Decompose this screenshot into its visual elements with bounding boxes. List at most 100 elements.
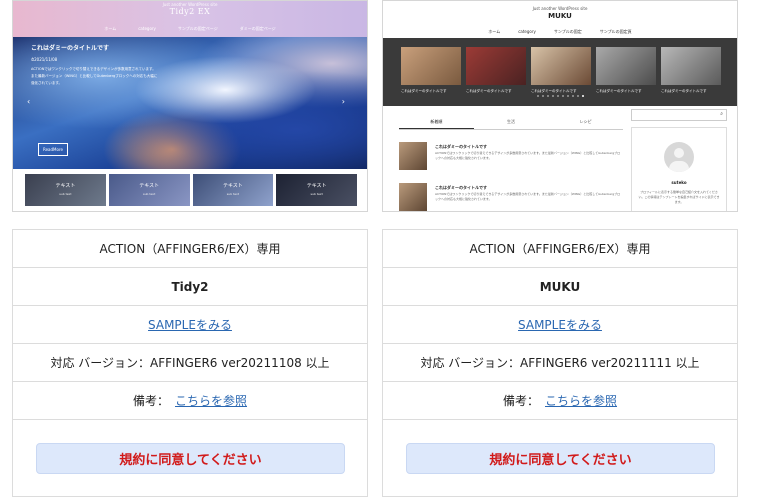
agree-terms-button[interactable]: 規約に同意してください <box>36 443 345 474</box>
edition-row: ACTION（AFFINGER6/EX）専用 <box>13 230 367 268</box>
sample-link[interactable]: SAMPLEをみる <box>148 316 232 333</box>
preview-sidebar: ⌕ suteko プロフィールに表示する簡単な自己紹介文を入れてください。この情… <box>631 109 727 211</box>
theme-name: MUKU <box>383 268 737 306</box>
preview-hero-image: これはダミーのタイトルです ⏱2021/11/08 ACTIONではワンクリック… <box>13 37 367 169</box>
preview-slide: これはダミーのタイトルです <box>661 47 721 93</box>
preview-post-desc: ACTIONではワンクリックで切り替えできるデザインが多数用意されています。また… <box>435 151 621 160</box>
slider-dot <box>561 95 564 97</box>
preview-thumb-sub: sub text <box>143 192 156 196</box>
preview-nav-item: ダミーの固定ページ <box>239 26 276 31</box>
agree-row: 規約に同意してください <box>383 420 737 498</box>
preview-thumb-title: テキスト <box>55 183 76 189</box>
preview-slides: これはダミーのタイトルです これはダミーのタイトルです これはダミーのタイトルで… <box>401 47 721 93</box>
preview-tab: レシピ <box>579 119 592 124</box>
preview-hero-overlay: これはダミーのタイトルです ⏱2021/11/08 ACTIONではワンクリック… <box>31 43 159 103</box>
version-row: 対応 バージョン：AFFINGER6 ver20211111 以上 <box>383 344 737 382</box>
preview-thumbnails: テキスト sub text テキスト sub text テキスト sub tex… <box>25 174 357 206</box>
preview-slide: これはダミーのタイトルです <box>401 47 461 93</box>
edition-row: ACTION（AFFINGER6/EX）専用 <box>383 230 737 268</box>
theme-preview-tidy2[interactable]: Just another WordPress site Tidy2 EX ホーム… <box>12 0 368 212</box>
preview-nav-item: category <box>518 29 536 34</box>
preview-post-title: これはダミーのタイトルです <box>31 45 110 52</box>
preview-header: Just another WordPress site Tidy2 EX ホーム… <box>13 1 367 37</box>
sample-row: SAMPLEをみる <box>13 306 367 344</box>
sample-row: SAMPLEをみる <box>383 306 737 344</box>
preview-nav-item: サンプルの固定ページ <box>177 26 218 31</box>
preview-logo: MUKU <box>548 12 572 20</box>
theme-card-muku: Just another WordPress site MUKU ホーム cat… <box>382 0 738 497</box>
preview-post: これはダミーのタイトルです ACTIONではワンクリックで切り替えできるデザイン… <box>399 142 623 172</box>
note-link[interactable]: こちらを参照 <box>545 392 617 409</box>
preview-tagline: Just another WordPress site <box>532 6 588 11</box>
preview-nav-item: category <box>138 26 156 31</box>
avatar <box>664 142 694 172</box>
theme-preview-muku[interactable]: Just another WordPress site MUKU ホーム cat… <box>382 0 738 212</box>
preview-thumb-sub: sub text <box>59 192 72 196</box>
preview-logo: Tidy2 EX <box>169 7 211 16</box>
slider-dot <box>541 95 544 97</box>
preview-nav-item: ホーム <box>488 29 501 34</box>
agree-row: 規約に同意してください <box>13 420 367 498</box>
preview-nav: ホーム category サンプルの固定 サンプルの固定頁 <box>383 29 737 35</box>
slider-dot <box>556 95 559 97</box>
preview-profile-desc: プロフィールに表示する簡単な自己紹介文を入れてください。この情報はテンプレートを… <box>638 190 720 204</box>
preview-nav: ホーム category サンプルの固定ページ ダミーの固定ページ <box>13 26 367 32</box>
note-row: 備考： こちらを参照 <box>383 382 737 420</box>
preview-slide-caption: これはダミーのタイトルです <box>531 89 577 93</box>
theme-name: Tidy2 <box>13 268 367 306</box>
preview-nav-item: ホーム <box>104 26 117 31</box>
theme-info-table-muku: ACTION（AFFINGER6/EX）専用 MUKU SAMPLEをみる 対応… <box>382 229 738 497</box>
preview-thumb-title: テキスト <box>222 183 243 189</box>
preview-slide-caption: これはダミーのタイトルです <box>401 89 447 93</box>
chevron-left-icon: ‹ <box>27 97 31 106</box>
preview-post-image <box>399 183 427 211</box>
preview-tabs: 新着順 生活 レシピ <box>399 119 623 130</box>
preview-post-desc: ACTIONではワンクリックで切り替えできるデザインが多数用意されています。また… <box>31 67 158 85</box>
preview-slide: これはダミーのタイトルです <box>466 47 526 93</box>
theme-info-table-tidy2: ACTION（AFFINGER6/EX）専用 Tidy2 SAMPLEをみる 対… <box>12 229 368 497</box>
slider-dot <box>576 95 579 97</box>
search-icon: ⌕ <box>720 111 723 117</box>
preview-post-desc: ACTIONではワンクリックで切り替えできるデザインが多数用意されています。また… <box>435 192 621 201</box>
preview-thumb-title: テキスト <box>139 183 160 189</box>
preview-slider: これはダミーのタイトルです これはダミーのタイトルです これはダミーのタイトルで… <box>383 38 737 106</box>
sample-link[interactable]: SAMPLEをみる <box>518 316 602 333</box>
preview-search-box: ⌕ <box>631 109 727 121</box>
slider-dot <box>571 95 574 97</box>
version-row: 対応 バージョン：AFFINGER6 ver20211108 以上 <box>13 344 367 382</box>
preview-thumb-title: テキスト <box>306 183 327 189</box>
preview-tab: 新着順 <box>399 119 474 129</box>
preview-slider-dots <box>383 95 737 97</box>
preview-post-title: これはダミーのタイトルです <box>435 185 487 190</box>
preview-post-title: これはダミーのタイトルです <box>435 144 487 149</box>
preview-thumb-sub: sub text <box>226 192 239 196</box>
preview-thumb-sub: sub text <box>310 192 323 196</box>
preview-profile-card: suteko プロフィールに表示する簡単な自己紹介文を入れてください。この情報は… <box>631 127 727 211</box>
preview-nav-item: サンプルの固定頁 <box>599 29 632 34</box>
slider-dot <box>536 95 539 97</box>
preview-post: これはダミーのタイトルです ACTIONではワンクリックで切り替えできるデザイン… <box>399 183 623 211</box>
chevron-right-icon: › <box>341 97 345 106</box>
note-label: 備考： <box>502 394 539 408</box>
note-label: 備考： <box>132 394 169 408</box>
preview-thumbnail: テキスト sub text <box>276 174 357 206</box>
preview-thumbnail: テキスト sub text <box>108 174 190 206</box>
slider-dot <box>546 95 549 97</box>
slider-dot <box>581 95 584 97</box>
note-link[interactable]: こちらを参照 <box>175 392 247 409</box>
preview-nav-item: サンプルの固定 <box>553 29 582 34</box>
agree-terms-button[interactable]: 規約に同意してください <box>406 443 715 474</box>
preview-thumbnail: テキスト sub text <box>25 174 106 206</box>
preview-thumbnail: テキスト sub text <box>192 174 274 206</box>
slider-dot <box>551 95 554 97</box>
preview-slide-caption: これはダミーのタイトルです <box>466 89 512 93</box>
preview-slide-caption: これはダミーのタイトルです <box>661 89 707 93</box>
preview-slide-caption: これはダミーのタイトルです <box>596 89 642 93</box>
preview-slide: これはダミーのタイトルです <box>596 47 656 93</box>
preview-tab: 生活 <box>507 119 515 124</box>
preview-profile-name: suteko <box>671 180 687 185</box>
preview-slide: これはダミーのタイトルです <box>531 47 591 93</box>
theme-card-tidy2: Just another WordPress site Tidy2 EX ホーム… <box>12 0 368 497</box>
preview-readmore-button: ReadMore <box>38 143 68 156</box>
preview-post-date: ⏱2021/11/08 <box>31 57 159 62</box>
